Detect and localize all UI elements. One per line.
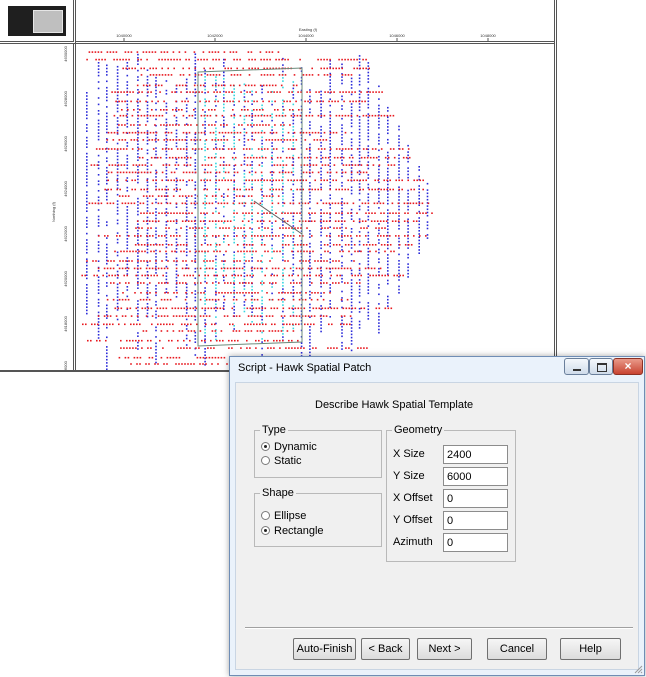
y-tick-label: 4628000 [63, 90, 68, 106]
y-tick-label: 4620000 [63, 270, 68, 286]
type-static-radio[interactable]: Static [261, 455, 302, 467]
radio-unchecked-icon [261, 511, 270, 520]
type-dynamic-radio[interactable]: Dynamic [261, 441, 317, 453]
x-size-input[interactable] [443, 445, 508, 464]
back-button[interactable]: < Back [361, 638, 410, 660]
maximize-button[interactable] [589, 358, 613, 375]
radio-checked-icon [261, 442, 270, 451]
radio-checked-icon [261, 526, 270, 535]
right-panel [554, 0, 646, 372]
trace-map [81, 51, 433, 371]
minimize-button[interactable] [564, 358, 589, 375]
y-axis-panel: Northing (f) 4630000 4628000 4626000 462400… [0, 44, 76, 377]
y-axis-title: Northing (f) [51, 201, 56, 222]
cancel-button[interactable]: Cancel [487, 638, 547, 660]
x-tick-label: 1044000 [298, 33, 314, 38]
hawk-spatial-patch-dialog: Script - Hawk Spatial Patch × Describe H… [229, 356, 645, 676]
y-size-label: Y Size [393, 470, 425, 482]
type-static-label: Static [274, 455, 302, 467]
y-axis-ticks: 4630000 4628000 4626000 4624000 4622000 46200… [63, 45, 68, 376]
y-axis: Northing (f) 4630000 4628000 4626000 462400… [51, 45, 68, 376]
next-button[interactable]: Next > [417, 638, 472, 660]
spatial-patch-outline [197, 67, 303, 347]
button-divider [245, 627, 633, 629]
shape-group: Shape Ellipse Rectangle [254, 487, 382, 547]
trace-points [81, 51, 433, 371]
y-offset-input[interactable] [443, 511, 508, 530]
shape-rectangle-radio[interactable]: Rectangle [261, 525, 324, 537]
close-button[interactable]: × [613, 358, 643, 375]
type-group-label: Type [260, 424, 288, 436]
geometry-group: Geometry X Size Y Size X Offset Y Offset… [386, 424, 516, 562]
shape-rectangle-label: Rectangle [274, 525, 324, 537]
resize-grip-icon[interactable] [633, 664, 643, 674]
x-axis: Easting (f) 1040000 1042000 1044000 1046000… [116, 27, 497, 41]
x-offset-label: X Offset [393, 492, 433, 504]
x-axis-ticks: 1040000 1042000 1044000 1046000 1048000 [116, 33, 497, 41]
y-size-input[interactable] [443, 467, 508, 486]
x-size-label: X Size [393, 448, 425, 460]
x-tick-label: 1046000 [389, 33, 405, 38]
shape-ellipse-radio[interactable]: Ellipse [261, 510, 306, 522]
shape-ellipse-label: Ellipse [274, 510, 307, 522]
overview-viewport-box[interactable] [33, 10, 63, 33]
y-tick-label: 4622000 [63, 225, 68, 241]
x-offset-input[interactable] [443, 489, 508, 508]
y-tick-label: 4626000 [63, 135, 68, 151]
window-title: Script - Hawk Spatial Patch [238, 362, 372, 374]
y-tick-label: 4618000 [63, 315, 68, 331]
azimuth-label: Azimuth [393, 536, 433, 548]
patch-azimuth-line [253, 200, 303, 235]
x-tick-label: 1040000 [116, 33, 132, 38]
type-group: Type Dynamic Static [254, 424, 382, 478]
maximize-icon [597, 363, 607, 372]
geometry-group-label: Geometry [392, 424, 445, 436]
close-icon: × [624, 359, 632, 373]
azimuth-input[interactable] [443, 533, 508, 552]
y-tick-label: 4624000 [63, 180, 68, 196]
dialog-heading: Describe Hawk Spatial Template [315, 399, 474, 411]
auto-finish-button[interactable]: Auto-Finish [293, 638, 356, 660]
radio-unchecked-icon [261, 456, 270, 465]
dialog-body: Describe Hawk Spatial Template Type Dyna… [235, 382, 639, 670]
type-dynamic-label: Dynamic [274, 441, 317, 453]
shape-group-label: Shape [260, 487, 296, 499]
y-offset-label: Y Offset [393, 514, 433, 526]
overview-pane [0, 0, 76, 44]
help-button[interactable]: Help [560, 638, 621, 660]
overview-map[interactable] [8, 6, 66, 36]
x-tick-label: 1048000 [480, 33, 496, 38]
viewer-border [0, 370, 230, 372]
minimize-icon [573, 369, 581, 371]
title-bar[interactable]: Script - Hawk Spatial Patch × [230, 357, 644, 381]
map-viewer: Easting (f) 1040000 1042000 1044000 1046000… [0, 0, 646, 377]
y-tick-label: 4630000 [63, 45, 68, 61]
x-axis-panel: Easting (f) 1040000 1042000 1044000 1046000… [76, 0, 554, 44]
x-axis-title: Easting (f) [299, 27, 318, 32]
seismic-map-plot[interactable] [76, 44, 554, 372]
x-tick-label: 1042000 [207, 33, 223, 38]
